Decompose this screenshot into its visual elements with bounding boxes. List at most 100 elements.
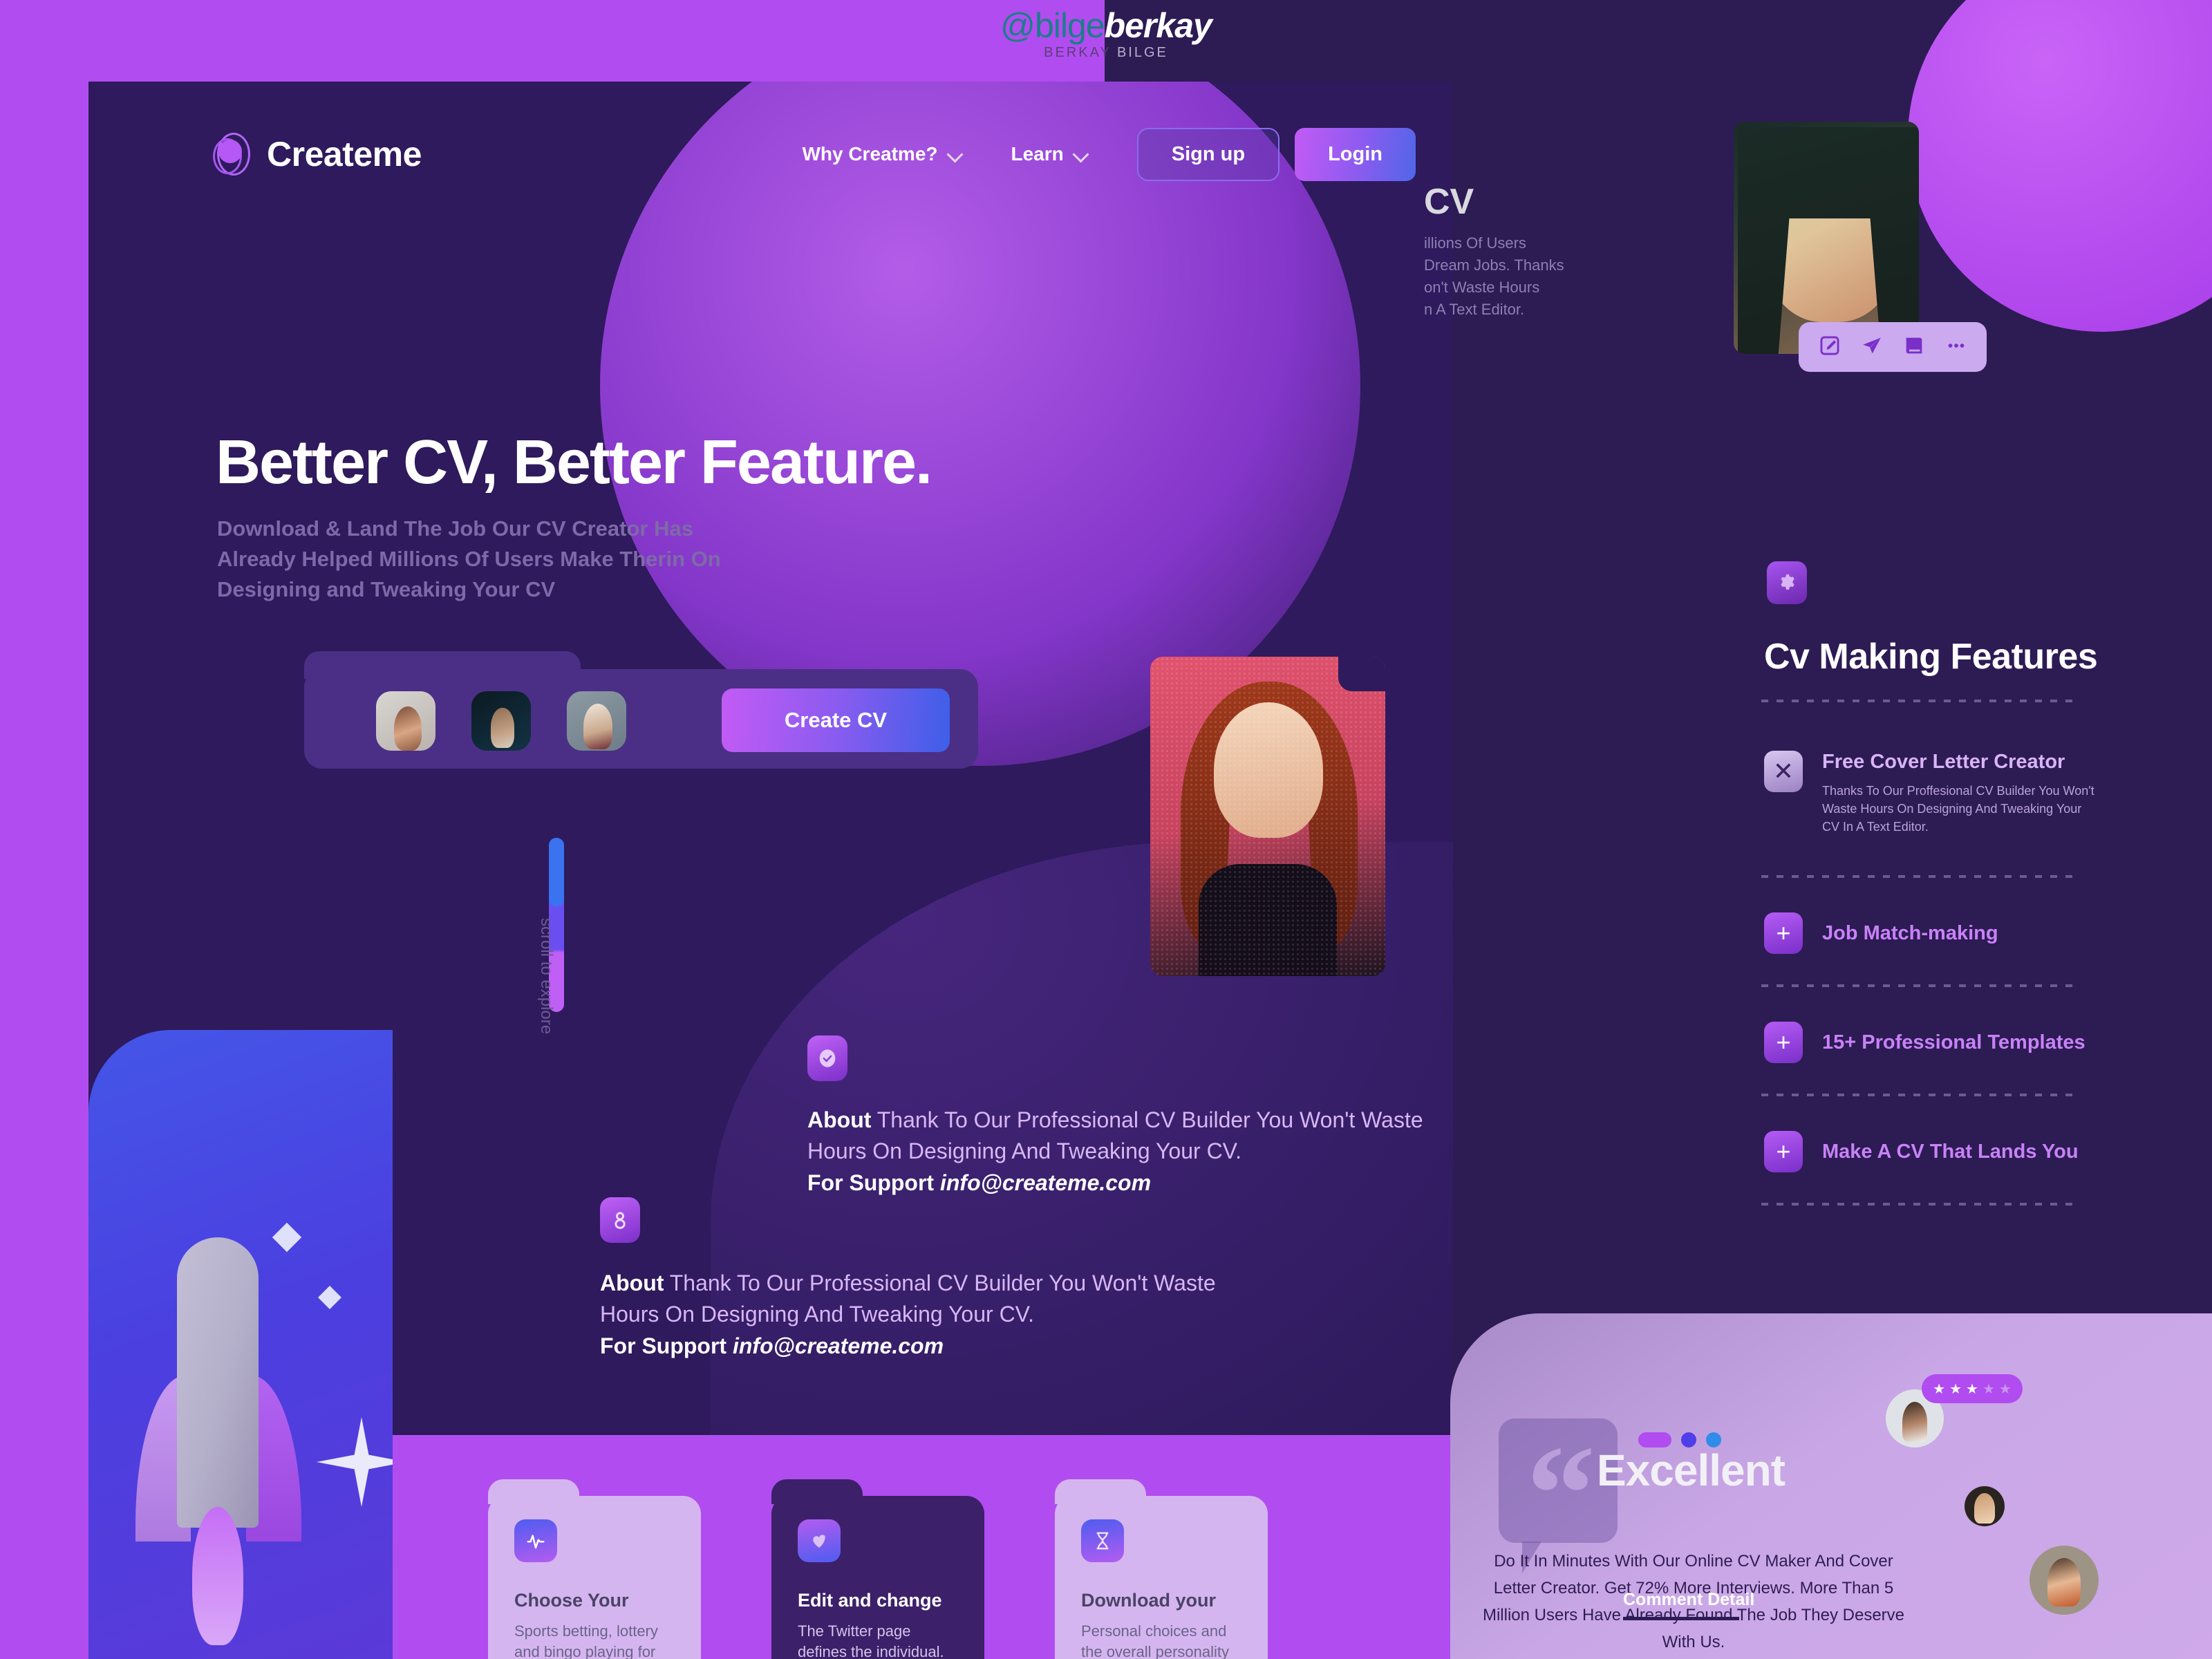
about-body: Thank To Our Professional CV Builder You… <box>807 1107 1423 1164</box>
scroll-hint-label: scroll to explore <box>537 918 556 1035</box>
about-block-1-text: About Thank To Our Professional CV Build… <box>807 1105 1430 1199</box>
photo-action-toolbar <box>1799 322 1987 372</box>
watermark-sub-left: BERKAY <box>1044 45 1112 60</box>
brand[interactable]: Createme <box>213 133 422 176</box>
feature-card-desc: Personal choices and the overall persona… <box>1081 1622 1230 1659</box>
chevron-down-icon <box>948 147 962 161</box>
watermark-bilge: bilge <box>1034 6 1105 45</box>
sparkle-icon <box>318 1286 341 1309</box>
feature-item-professional-templates[interactable]: + 15+ Professional Templates <box>1764 1022 2086 1063</box>
about-body: Thank To Our Professional CV Builder You… <box>600 1271 1216 1327</box>
cta-folder-card: Create CV <box>304 651 978 769</box>
save-book-icon[interactable] <box>1902 334 1926 361</box>
carousel-dots[interactable] <box>1638 1432 1721 1447</box>
testimonial-title: Excellent <box>1597 1445 1785 1495</box>
comment-detail-label: Comment Detail <box>1623 1590 1755 1609</box>
plus-icon[interactable]: + <box>1764 1022 1803 1063</box>
divider <box>1761 1203 2079 1206</box>
feature-card-title: Download your <box>1081 1590 1216 1611</box>
star-icon: ★ <box>1982 1381 1995 1397</box>
feature-item-title: Job Match-making <box>1822 922 1998 944</box>
profile-photo-card <box>1734 122 1919 354</box>
page-title: Better CV, Better Feature. <box>216 428 932 497</box>
nav-label: Why Creatme? <box>802 143 938 165</box>
plus-icon[interactable]: + <box>1764 912 1803 954</box>
divider <box>1761 875 2079 878</box>
nav-label: Learn <box>1011 143 1064 165</box>
nav-item-why-createme[interactable]: Why Creatme? <box>802 143 961 165</box>
features-panel-title: Cv Making Features <box>1764 637 2098 677</box>
star-sparkle-icon <box>317 1417 393 1507</box>
star-icon: ★ <box>1998 1381 2012 1397</box>
feature-item-title: 15+ Professional Templates <box>1822 1031 2086 1053</box>
feature-item-job-match-making[interactable]: + Job Match-making <box>1764 912 1998 954</box>
star-icon: ★ <box>1949 1381 1962 1397</box>
signup-button[interactable]: Sign up <box>1136 127 1280 181</box>
about-block-1-icon-wrap <box>807 1035 847 1081</box>
avatar <box>376 691 435 751</box>
about-email[interactable]: info@createme.com <box>733 1333 944 1358</box>
hourglass-icon <box>1081 1519 1124 1562</box>
nav-item-learn[interactable]: Learn <box>1011 143 1087 165</box>
about-email[interactable]: info@createme.com <box>940 1170 1151 1195</box>
feature-card-title: Edit and change <box>798 1590 942 1611</box>
nav-right-group: Why Creatme? Learn Sign up Login <box>802 127 1416 181</box>
avatar <box>471 691 531 751</box>
brand-name: Createme <box>267 135 422 174</box>
decorative-circle <box>1908 0 2212 332</box>
feature-card-edit-and-change[interactable]: Edit and change The Twitter page defines… <box>771 1479 984 1659</box>
divider <box>1761 984 2079 987</box>
divider <box>1761 1094 2079 1096</box>
more-dots-icon[interactable] <box>1944 334 1968 361</box>
create-cv-button[interactable]: Create CV <box>722 688 950 752</box>
about-block-2-text: About Thank To Our Professional CV Build… <box>600 1268 1222 1362</box>
about-lead: About <box>807 1107 872 1132</box>
star-icon: ★ <box>1933 1381 1946 1397</box>
check-circle-icon <box>807 1035 847 1081</box>
carousel-dot[interactable] <box>1706 1432 1721 1447</box>
avatar <box>567 691 626 751</box>
star-icon: ★ <box>1966 1381 1978 1397</box>
carousel-dot-active[interactable] <box>1638 1432 1671 1447</box>
divider <box>1761 700 2079 702</box>
comment-detail-link[interactable]: Comment Detail <box>1623 1590 1754 1620</box>
createme-orb-logo <box>213 133 252 176</box>
about-support-label: For Support <box>807 1170 935 1195</box>
heart-icon <box>798 1519 841 1562</box>
login-button[interactable]: Login <box>1295 127 1416 181</box>
star-rating-badge: ★ ★ ★ ★ ★ <box>1922 1374 2023 1403</box>
top-navigation: Createme Why Creatme? Learn Sign up Logi… <box>213 123 1416 185</box>
plus-icon[interactable]: + <box>1764 1131 1803 1172</box>
send-paper-plane-icon[interactable] <box>1860 334 1884 361</box>
feature-item-desc: Thanks To Our Proffesional CV Builder Yo… <box>1822 784 2094 834</box>
testimonial-avatar <box>2030 1546 2099 1615</box>
user-profile-icon <box>600 1197 640 1243</box>
hero-portrait-card <box>1150 657 1385 976</box>
quote-mark-icon: “ <box>1526 1418 1595 1571</box>
feature-card-title: Choose Your <box>514 1590 629 1611</box>
feature-item-title: Make A CV That Lands You <box>1822 1141 2079 1163</box>
carousel-dot[interactable] <box>1681 1432 1696 1447</box>
watermark-sub-right: BILGE <box>1116 45 1168 60</box>
feature-item-free-cover-letter-creator[interactable]: ✕ Free Cover Letter Creator Thanks To Ou… <box>1764 751 2099 836</box>
chevron-down-icon <box>1074 147 1087 161</box>
sparkle-icon <box>272 1222 302 1253</box>
activity-pulse-icon <box>514 1519 557 1562</box>
watermark: @bilgeberkay BERKAY BILGE <box>988 8 1224 77</box>
feature-card-choose-your[interactable]: Choose Your Sports betting, lottery and … <box>488 1479 701 1659</box>
close-x-icon[interactable]: ✕ <box>1764 751 1803 792</box>
background-headline-fragment: CV <box>1424 182 1474 222</box>
scroll-progress-thumb[interactable] <box>549 838 564 907</box>
feature-card-desc: The Twitter page defines the individual. <box>798 1622 944 1659</box>
feature-item-title: Free Cover Letter Creator <box>1822 751 2065 773</box>
feature-item-make-a-cv[interactable]: + Make A CV That Lands You <box>1764 1131 2079 1172</box>
gear-icon <box>1767 561 1807 604</box>
rocket-illustration <box>88 1030 393 1659</box>
testimonial-avatar <box>1965 1486 2005 1526</box>
edit-square-icon[interactable] <box>1818 334 1841 361</box>
watermark-at: @ <box>1000 6 1035 45</box>
feature-card-desc: Sports betting, lottery and bingo playin… <box>514 1622 658 1659</box>
watermark-berkay: berkay <box>1104 6 1212 45</box>
about-lead: About <box>600 1271 664 1295</box>
feature-card-download-your[interactable]: Download your Personal choices and the o… <box>1055 1479 1268 1659</box>
